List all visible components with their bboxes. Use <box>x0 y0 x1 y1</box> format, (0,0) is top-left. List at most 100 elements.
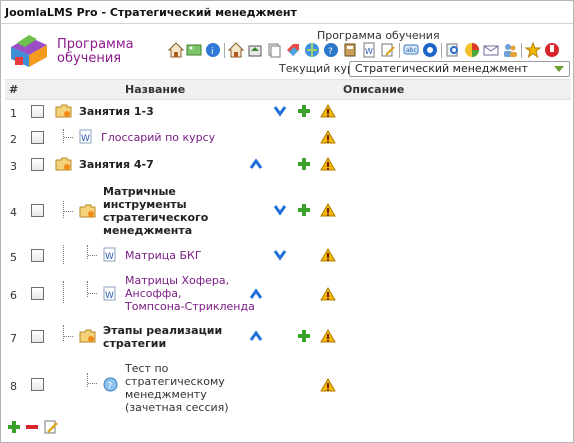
row-title[interactable]: Матрицы Хофера, Ансоффа, Томпсона-Стрикл… <box>125 274 255 313</box>
row-title-line: менеджменту <box>125 388 207 401</box>
add-icon[interactable] <box>297 104 311 118</box>
chart-icon[interactable] <box>464 42 480 58</box>
row-number: 8 <box>10 380 17 393</box>
row-checkbox[interactable] <box>31 330 44 343</box>
row-checkbox[interactable] <box>31 131 44 144</box>
add-item-icon[interactable] <box>7 420 21 434</box>
warning-icon[interactable] <box>320 104 336 118</box>
upload-icon[interactable] <box>247 42 263 58</box>
move-up-icon[interactable] <box>249 288 263 300</box>
row-checkbox[interactable] <box>31 204 44 217</box>
toolbar-separator-2 <box>399 43 400 58</box>
logo-line-2: обучения <box>57 51 122 66</box>
row-title[interactable]: Матричные инструменты стратегического ме… <box>103 185 208 237</box>
help-icon[interactable]: ? <box>323 42 339 58</box>
users-icon[interactable] <box>502 42 518 58</box>
home-icon-2[interactable] <box>228 42 244 58</box>
pages-icon[interactable] <box>266 42 282 58</box>
add-icon[interactable] <box>297 329 311 343</box>
tree-connector <box>87 281 93 297</box>
logo-line-1: Программа <box>57 37 134 52</box>
table-header: # Название Описание <box>5 79 571 100</box>
toolbar-separator <box>224 43 225 58</box>
chat-icon[interactable]: abc <box>403 42 419 58</box>
add-icon[interactable] <box>297 203 311 217</box>
tree-connector <box>87 245 93 259</box>
row-title[interactable]: Матрица БКГ <box>125 249 202 262</box>
course-select[interactable]: Стратегический менеджмент <box>349 61 570 77</box>
svg-text:W: W <box>105 291 114 301</box>
tree-connector <box>87 373 93 387</box>
row-checkbox[interactable] <box>31 249 44 262</box>
warning-icon[interactable] <box>320 378 336 392</box>
logout-icon[interactable] <box>544 42 560 58</box>
toolbar-separator-4 <box>521 43 522 58</box>
course-select-value: Стратегический менеджмент <box>355 62 528 75</box>
move-down-icon[interactable] <box>273 204 287 216</box>
svg-text:i: i <box>211 47 214 57</box>
move-down-icon[interactable] <box>273 105 287 117</box>
row-title-line: Матричные <box>103 185 176 198</box>
edit-item-icon[interactable] <box>43 419 59 435</box>
mail-icon[interactable] <box>483 42 499 58</box>
app-window: JoomlaLMS Pro - Стратегический менеджмен… <box>0 0 574 443</box>
warning-icon[interactable] <box>320 287 336 301</box>
book-icon[interactable] <box>342 42 358 58</box>
star-icon[interactable] <box>525 42 541 58</box>
row-checkbox[interactable] <box>31 158 44 171</box>
row-title-line: Томпсона-Стрикленда <box>125 300 255 313</box>
home-icon[interactable] <box>168 42 184 58</box>
row-title[interactable]: Занятия 1-3 <box>79 105 154 118</box>
row-number: 7 <box>10 332 17 345</box>
warning-icon[interactable] <box>320 130 336 144</box>
move-down-icon[interactable] <box>273 249 287 261</box>
search-icon[interactable] <box>445 42 461 58</box>
tree-connector <box>64 137 73 138</box>
lms-logo-icon <box>11 35 47 67</box>
image-icon[interactable] <box>186 42 202 58</box>
row-title-line: Матрицы Хофера, <box>125 274 230 287</box>
warning-icon[interactable] <box>320 157 336 171</box>
col-num-header: # <box>9 83 19 96</box>
row-title[interactable]: Этапы реализации стратегии <box>103 324 222 350</box>
warning-icon[interactable] <box>320 248 336 262</box>
row-title-line: стратегического <box>103 211 209 224</box>
row-checkbox[interactable] <box>31 378 44 391</box>
row-title[interactable]: Тест по стратегическому менеджменту (зач… <box>125 362 229 414</box>
row-checkbox[interactable] <box>31 287 44 300</box>
row-number: 2 <box>10 133 17 146</box>
move-up-icon[interactable] <box>249 158 263 170</box>
warning-icon[interactable] <box>320 329 336 343</box>
row-title-line: (зачетная сессия) <box>125 401 229 414</box>
add-icon[interactable] <box>297 157 311 171</box>
tags-icon[interactable] <box>285 42 301 58</box>
svg-text:W: W <box>81 134 90 144</box>
edit-icon[interactable] <box>380 42 396 58</box>
tree-connector <box>88 293 97 294</box>
row-title[interactable]: Глоссарий по курсу <box>101 131 215 144</box>
svg-text:W: W <box>105 252 114 262</box>
network-globe-icon[interactable] <box>422 42 438 58</box>
remove-item-icon[interactable] <box>25 420 39 434</box>
tree-connector <box>63 281 69 303</box>
window-title: JoomlaLMS Pro - Стратегический менеджмен… <box>5 6 297 19</box>
word-doc-icon[interactable]: W <box>361 42 377 58</box>
folder-icon <box>55 157 72 171</box>
logo-text: Программа обучения <box>57 38 134 66</box>
quiz-icon: ? <box>103 377 118 392</box>
row-checkbox[interactable] <box>31 105 44 118</box>
globe-icon[interactable] <box>304 42 320 58</box>
row-title-line: стратегии <box>103 337 167 350</box>
col-title-header: Название <box>125 83 186 96</box>
word-document-icon: W <box>79 129 92 144</box>
tree-connector <box>63 129 69 143</box>
warning-icon[interactable] <box>320 203 336 217</box>
tree-connector <box>64 211 73 212</box>
current-course-label: Текущий курс <box>279 62 360 75</box>
row-title-line: Ансоффа, <box>125 287 182 300</box>
info-globe-icon[interactable]: i <box>205 42 221 58</box>
row-title[interactable]: Занятия 4-7 <box>79 158 154 171</box>
tree-connector <box>88 383 97 384</box>
svg-text:W: W <box>365 47 373 56</box>
move-up-icon[interactable] <box>249 330 263 342</box>
